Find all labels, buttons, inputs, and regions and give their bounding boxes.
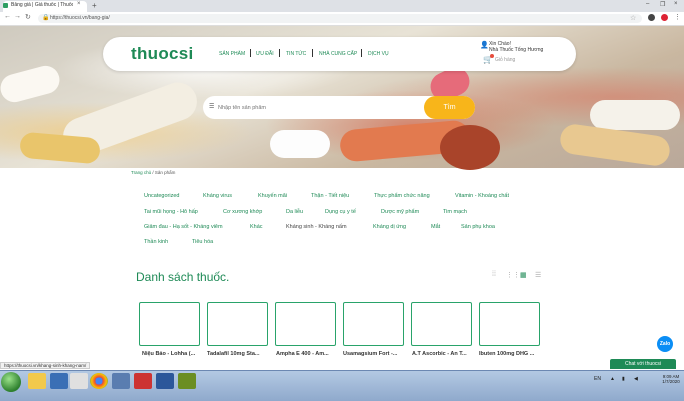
category-chip[interactable]: Thần kinh [144, 239, 168, 245]
maximize-button[interactable]: ❐ [660, 1, 665, 8]
category-chip[interactable]: Tim mạch [443, 209, 467, 215]
minimize-button[interactable]: – [646, 1, 649, 7]
product-name[interactable]: Niệu Bảo - Lohha (... [142, 351, 195, 357]
forward-arrow-icon[interactable]: → [14, 13, 21, 20]
category-chip[interactable]: Sản phụ khoa [461, 224, 495, 230]
favicon-icon [3, 3, 8, 8]
nav-products[interactable]: SẢN PHẨM [219, 51, 245, 57]
nav-deals[interactable]: ƯU ĐÃI [256, 51, 274, 57]
category-chip[interactable]: Vitamin - Khoáng chất [455, 193, 509, 199]
app-icon[interactable] [112, 373, 130, 389]
view-list-icon[interactable]: ☰ [535, 271, 541, 279]
app-icon[interactable] [178, 373, 196, 389]
back-arrow-icon[interactable]: ← [4, 13, 11, 20]
filter-icon: ☰ [209, 104, 215, 110]
product-name[interactable]: Tadalafil 10mg Sta... [207, 351, 259, 357]
nav-services[interactable]: DỊCH VỤ [368, 51, 389, 57]
view-grid-2-icon[interactable]: ⁞⁞ [492, 271, 496, 278]
chat-widget-button[interactable]: Chat với thuocsi [610, 359, 676, 369]
status-bar-url: https://thuocsi.vn/khang-sinh-khang-nam/ [0, 362, 91, 369]
word-icon[interactable] [156, 373, 174, 389]
search-button[interactable]: Tìm [424, 96, 475, 119]
profile-avatar-icon[interactable] [661, 14, 668, 21]
category-chip[interactable]: Mắt [431, 224, 440, 230]
nav-divider [279, 49, 280, 57]
user-name[interactable]: Nhà Thuốc Tống Hương [489, 47, 543, 53]
media-player-icon[interactable] [50, 373, 68, 389]
product-card[interactable] [275, 302, 336, 346]
category-chip[interactable]: Thực phẩm chức năng [374, 193, 430, 199]
view-grid-4-icon[interactable]: ▦ [520, 271, 527, 279]
user-icon[interactable]: 👤 [480, 41, 489, 49]
category-chip[interactable]: Tai mũi họng - Hô hấp [144, 209, 198, 215]
nav-divider [361, 49, 362, 57]
breadcrumb: Trang chủ / Sản phẩm [131, 170, 175, 175]
nav-suppliers[interactable]: NHÀ CUNG CẤP [319, 51, 357, 57]
extension-icon[interactable] [648, 14, 655, 21]
nav-news[interactable]: TIN TỨC [286, 51, 306, 57]
breadcrumb-home[interactable]: Trang chủ [131, 170, 151, 175]
language-indicator[interactable]: EN [594, 376, 601, 382]
product-name[interactable]: Usamagsium Fort -... [343, 351, 397, 357]
category-chip[interactable]: Cơ xương khớp [223, 209, 262, 215]
nav-divider [312, 49, 313, 57]
tray-arrow-icon[interactable]: ▲ [610, 376, 615, 382]
category-chip[interactable]: Uncategorized [144, 193, 179, 199]
category-chip[interactable]: Kháng dị ứng [373, 224, 406, 230]
pill-image [440, 125, 500, 170]
product-name[interactable]: A.T Ascorbic - An T... [412, 351, 467, 357]
volume-icon[interactable]: ◀ [634, 376, 638, 382]
product-name[interactable]: Ampha E 400 - Am... [276, 351, 329, 357]
url-text[interactable]: https://thuocsi.vn/bang-gia/ [50, 15, 110, 21]
category-chip[interactable]: Tiêu hóa [192, 239, 213, 245]
chrome-icon[interactable] [90, 373, 108, 389]
browser-tabstrip [0, 0, 684, 12]
start-button[interactable] [1, 372, 21, 392]
product-card[interactable] [343, 302, 404, 346]
product-name[interactable]: Ibuten 100mg DHG ... [479, 351, 534, 357]
site-logo[interactable]: thuocsi [131, 44, 194, 64]
category-chip[interactable]: Thận - Tiết niệu [311, 193, 349, 199]
lock-icon[interactable]: 🔒 [42, 14, 49, 21]
category-chip[interactable]: Khuyến mãi [258, 193, 287, 199]
url-field[interactable] [38, 14, 642, 23]
category-chip[interactable]: Dụng cụ y tế [325, 209, 356, 215]
zalo-chat-button[interactable]: Zalo [657, 336, 673, 352]
pill-image [590, 100, 680, 130]
category-chip[interactable]: Dược mỹ phẩm [381, 209, 419, 215]
category-chip[interactable]: Giảm đau - Hạ sốt - Kháng viêm [144, 224, 223, 230]
pill-image [270, 130, 330, 158]
file-explorer-icon[interactable] [28, 373, 46, 389]
search-input[interactable] [218, 101, 418, 114]
network-icon[interactable]: ▮ [622, 376, 625, 382]
cart-label[interactable]: Giỏ hàng [495, 57, 515, 63]
product-list-title: Danh sách thuốc. [136, 270, 230, 284]
product-card[interactable] [479, 302, 540, 346]
tab-title: Bảng giá | Giá thuốc | Thuốc sỉ [11, 2, 73, 8]
category-chip[interactable]: Khác [250, 224, 263, 230]
product-card[interactable] [139, 302, 200, 346]
nav-divider [250, 49, 251, 57]
app-icon[interactable] [70, 373, 88, 389]
category-chip[interactable]: Kháng virus [203, 193, 232, 199]
tab-close-icon[interactable]: × [77, 1, 81, 7]
category-chip[interactable]: Da liễu [286, 209, 303, 215]
breadcrumb-current: Sản phẩm [154, 170, 176, 175]
bookmark-star-icon[interactable]: ☆ [630, 14, 636, 22]
product-card[interactable] [411, 302, 472, 346]
menu-dots-icon[interactable]: ⋮ [674, 13, 681, 21]
app-icon[interactable] [134, 373, 152, 389]
taskbar-clock[interactable]: 9:09 AM 1/7/2020 [660, 374, 682, 384]
close-window-button[interactable]: × [674, 1, 678, 7]
product-card[interactable] [207, 302, 268, 346]
reload-icon[interactable]: ↻ [25, 13, 31, 21]
cart-badge [490, 54, 494, 58]
category-chip[interactable]: Kháng sinh - Kháng nấm [286, 224, 347, 230]
clock-date: 1/7/2020 [662, 379, 680, 384]
view-grid-3-icon[interactable]: ⋮⋮ [506, 271, 520, 279]
new-tab-button[interactable]: + [92, 1, 97, 10]
